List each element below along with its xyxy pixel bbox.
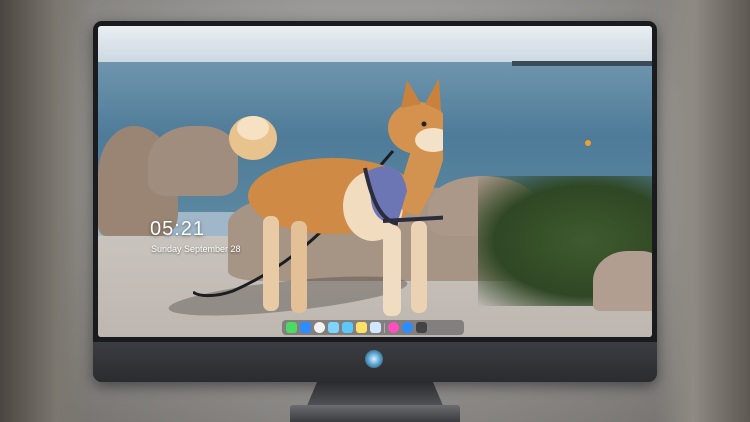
lock-screen-date: Sunday September 28 <box>151 244 241 254</box>
wallpaper-shiba-dog <box>193 78 443 316</box>
wallpaper-buoy <box>585 140 591 146</box>
messages-icon[interactable] <box>286 322 297 333</box>
mail-icon[interactable] <box>300 322 311 333</box>
imac-monitor: 05:21 Sunday September 28 <box>93 21 657 382</box>
notes-icon[interactable] <box>356 322 367 333</box>
lock-screen-time: 05:21 <box>150 218 206 240</box>
itunes-icon[interactable] <box>388 322 399 333</box>
clock-icon[interactable] <box>314 322 325 333</box>
lock-screen[interactable]: 05:21 Sunday September 28 <box>98 26 652 337</box>
background-blur-right <box>655 0 750 422</box>
photos-icon[interactable] <box>328 322 339 333</box>
brand-logo-icon <box>365 350 383 368</box>
wallpaper-rock <box>593 251 652 311</box>
background-blur-left <box>0 0 95 422</box>
wallpaper-pier <box>512 61 652 66</box>
monitor-stand-base <box>290 405 460 422</box>
terminal-icon[interactable] <box>416 322 427 333</box>
appstore-icon[interactable] <box>402 322 413 333</box>
preview-icon[interactable] <box>370 322 381 333</box>
dock <box>282 320 464 335</box>
dock-separator <box>384 322 385 333</box>
monitor-chin <box>93 342 657 382</box>
finalcut-icon[interactable] <box>342 322 353 333</box>
